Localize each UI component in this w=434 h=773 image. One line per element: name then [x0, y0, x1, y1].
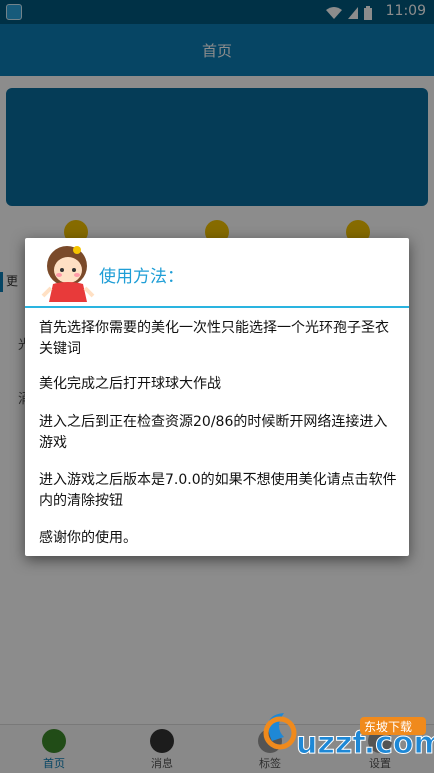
instruction-paragraph: 美化完成之后打开球球大作战: [39, 376, 221, 392]
girl-mascot-icon: [41, 246, 95, 302]
dialog-title: 使用方法：: [99, 267, 184, 287]
instruction-paragraph: 进入游戏之后版本是7.0.0的如果不想使用美化请点击软件内的清除按钮: [39, 472, 397, 509]
instruction-paragraph: 首先选择你需要的美化一次性只能选择一个光环孢子圣衣关键词: [39, 320, 389, 357]
dialog-header: 使用方法：: [25, 238, 409, 308]
usage-dialog: 使用方法： 首先选择你需要的美化一次性只能选择一个光环孢子圣衣关键词 美化完成之…: [25, 238, 409, 556]
uzzf-watermark-logo: uzzf.com 东坡下载: [263, 713, 434, 762]
instruction-paragraph: 进入之后到正在检查资源20/86的时候断开网络连接进入游戏: [39, 414, 388, 451]
instruction-paragraph: 感谢你的使用。: [39, 530, 137, 546]
watermark-tag: 东坡下载: [364, 720, 412, 734]
